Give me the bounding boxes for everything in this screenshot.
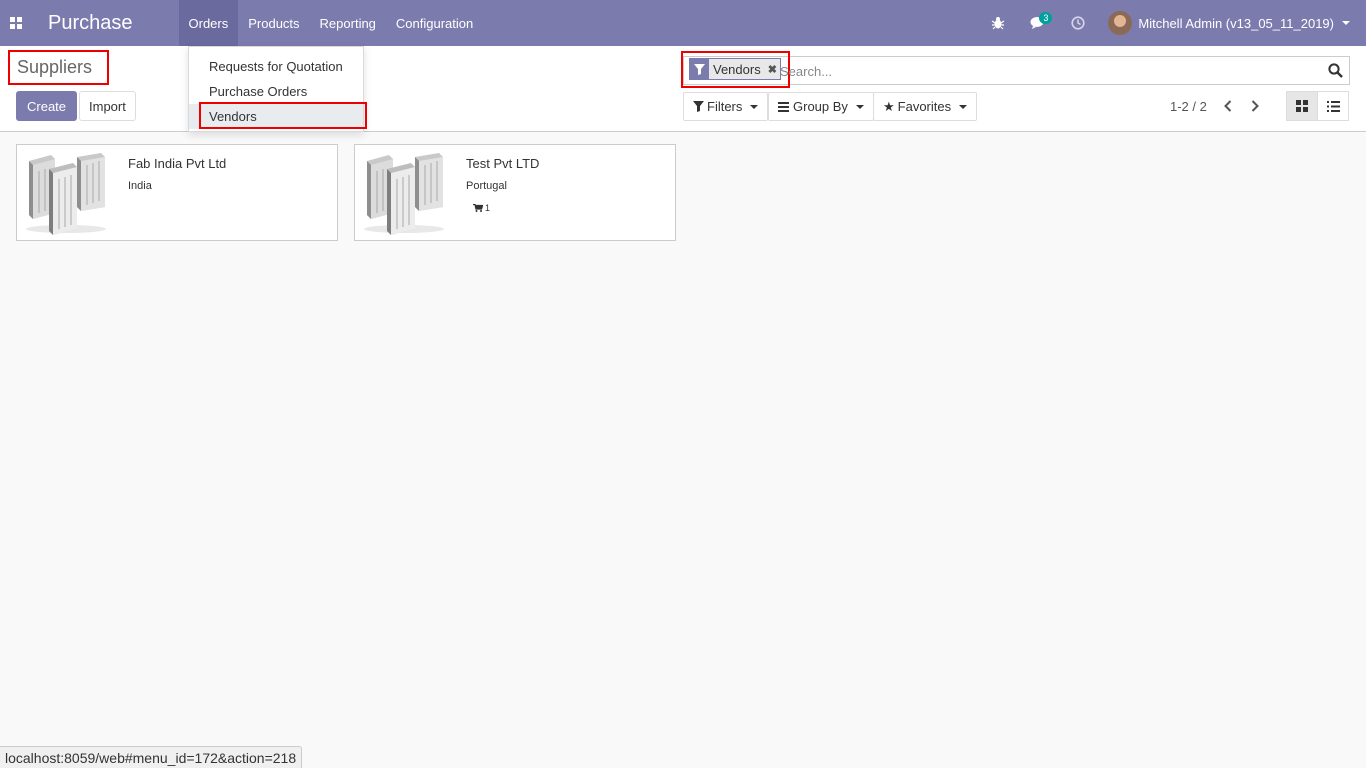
shopping-cart-icon bbox=[473, 204, 483, 212]
vendor-name: Fab India Pvt Ltd bbox=[128, 156, 227, 171]
pager-value[interactable]: 1-2 / 2 bbox=[1170, 99, 1207, 114]
list-view-icon[interactable] bbox=[1317, 91, 1349, 121]
menu-item-purchase-orders[interactable]: Purchase Orders bbox=[189, 79, 363, 104]
pager-next-icon[interactable] bbox=[1245, 95, 1265, 117]
search-input[interactable] bbox=[780, 59, 1320, 83]
vendor-card[interactable]: Test Pvt LTD Portugal 1 bbox=[354, 144, 676, 241]
menu-reporting[interactable]: Reporting bbox=[310, 0, 386, 46]
user-name: Mitchell Admin (v13_05_11_2019) bbox=[1138, 15, 1334, 31]
kanban-view-icon[interactable] bbox=[1286, 91, 1318, 121]
group-by-dropdown-button[interactable]: Group By bbox=[768, 92, 874, 121]
debug-bug-icon[interactable] bbox=[978, 0, 1018, 46]
menu-products[interactable]: Products bbox=[238, 0, 309, 46]
chevron-down-icon bbox=[855, 104, 864, 109]
user-avatar bbox=[1108, 11, 1133, 35]
menu-orders[interactable]: Orders bbox=[178, 0, 239, 46]
browser-status-url: localhost:8059/web#menu_id=172&action=21… bbox=[0, 746, 303, 768]
main-menu: Orders Products Reporting Configuration bbox=[178, 0, 484, 46]
bars-icon bbox=[778, 101, 789, 112]
chevron-down-icon bbox=[750, 104, 759, 109]
user-menu[interactable]: Mitchell Admin (v13_05_11_2019) bbox=[1098, 11, 1366, 35]
purchase-orders-count-value: 1 bbox=[485, 203, 491, 213]
messages-icon[interactable]: 3 bbox=[1018, 0, 1058, 46]
import-button[interactable]: Import bbox=[79, 91, 136, 121]
filter-icon bbox=[693, 101, 704, 112]
favorites-label: Favorites bbox=[897, 99, 952, 114]
vendor-card[interactable]: Fab India Pvt Ltd India bbox=[16, 144, 338, 241]
filters-label: Filters bbox=[707, 99, 743, 114]
star-icon: ★ bbox=[883, 98, 895, 114]
vendor-country: India bbox=[128, 180, 152, 192]
menu-item-requests-for-quotation[interactable]: Requests for Quotation bbox=[189, 54, 363, 79]
top-navbar: Purchase Orders Products Reporting Confi… bbox=[0, 0, 1366, 46]
activities-clock-icon[interactable] bbox=[1058, 0, 1098, 46]
company-buildings-icon bbox=[26, 153, 106, 235]
app-title: Purchase bbox=[48, 11, 133, 34]
messages-count-badge: 3 bbox=[1039, 12, 1053, 24]
vendors-highlight bbox=[199, 102, 367, 129]
vendor-country: Portugal bbox=[466, 180, 507, 192]
menu-configuration[interactable]: Configuration bbox=[386, 0, 483, 46]
breadcrumb: Suppliers bbox=[8, 50, 109, 85]
vendor-name: Test Pvt LTD bbox=[466, 156, 540, 171]
filters-dropdown-button[interactable]: Filters bbox=[683, 92, 769, 121]
create-button[interactable]: Create bbox=[16, 91, 78, 121]
apps-menu-icon[interactable] bbox=[0, 0, 32, 46]
favorites-dropdown-button[interactable]: ★ Favorites bbox=[873, 92, 978, 121]
chevron-down-icon bbox=[1342, 21, 1350, 25]
facet-highlight bbox=[681, 51, 790, 88]
group-by-label: Group By bbox=[793, 99, 848, 114]
pager-previous-icon[interactable] bbox=[1218, 95, 1238, 117]
company-buildings-icon bbox=[364, 153, 444, 235]
search-icon[interactable] bbox=[1328, 63, 1343, 81]
chevron-down-icon bbox=[959, 104, 968, 109]
purchase-orders-count[interactable]: 1 bbox=[473, 203, 490, 213]
